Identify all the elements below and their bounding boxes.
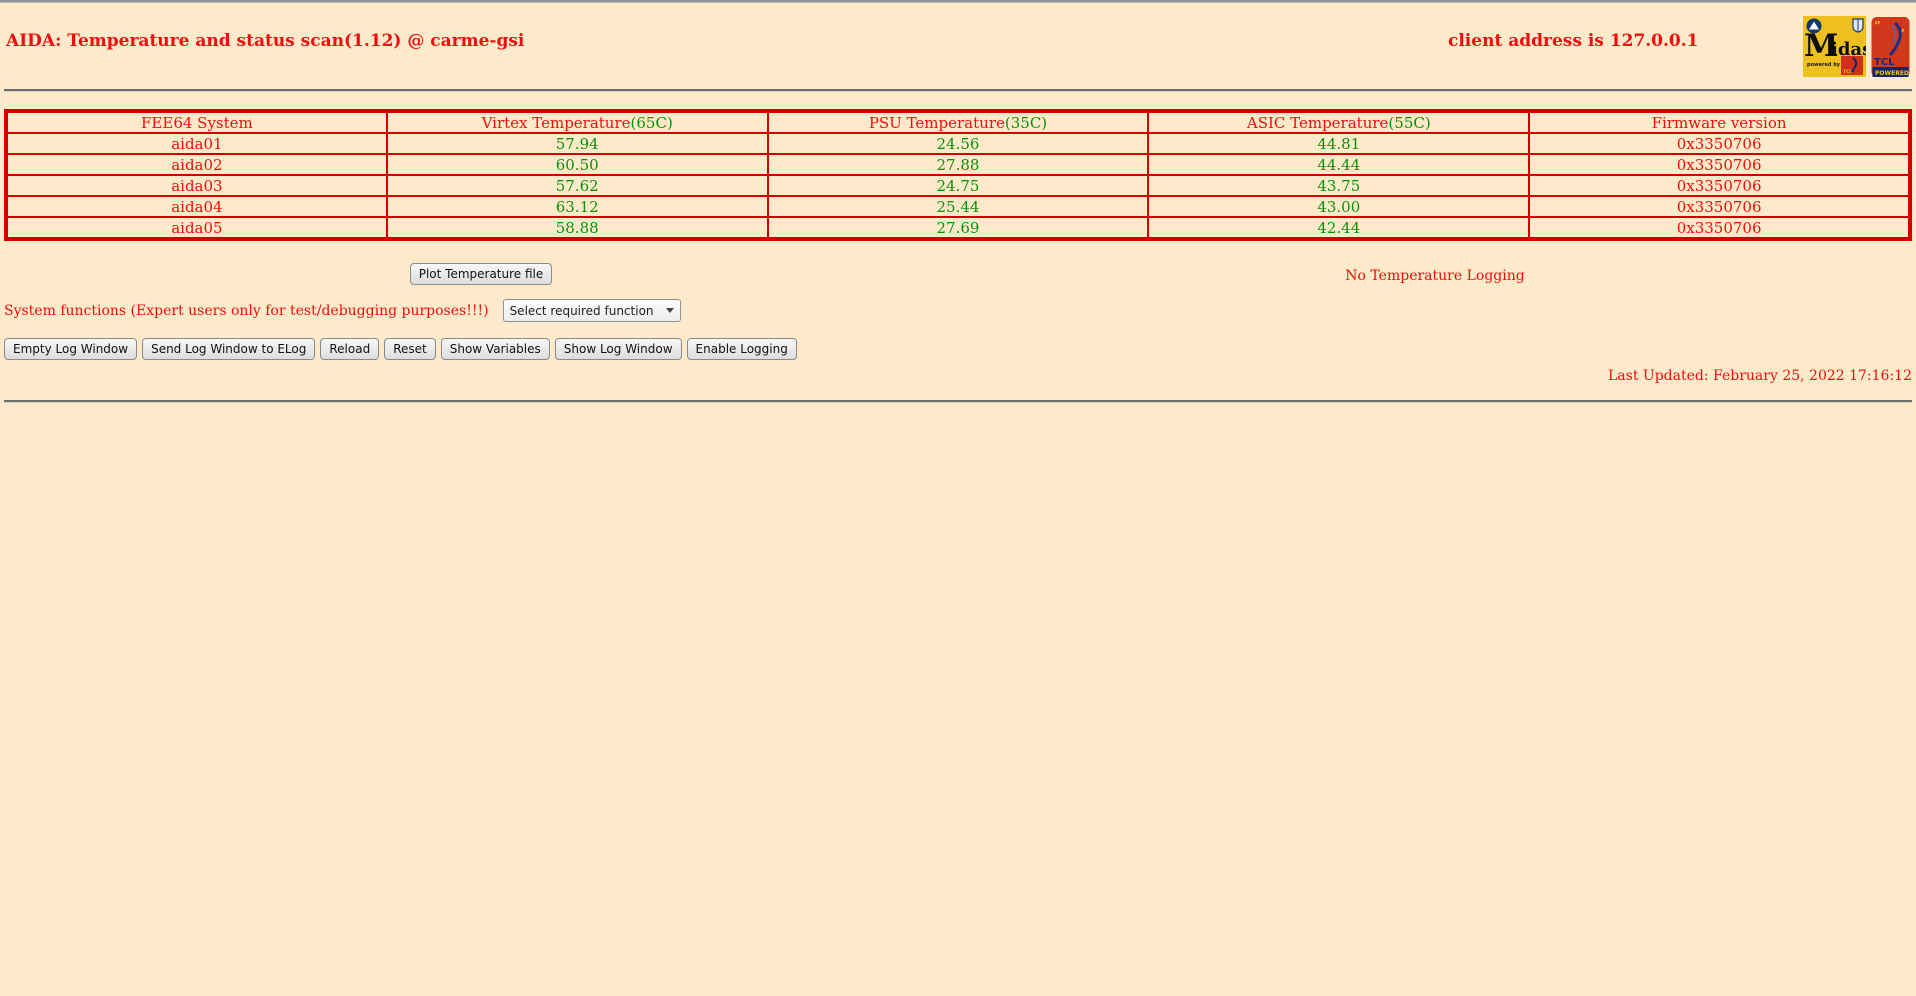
chevron-down-icon [666, 308, 674, 313]
cell-firmware: 0x3350706 [1529, 175, 1910, 196]
page-title: AIDA: Temperature and status scan(1.12) … [6, 31, 524, 51]
col-header-virtex-temperature: Virtex Temperature(65C) [387, 111, 768, 133]
plot-temperature-file-button[interactable]: Plot Temperature file [410, 263, 553, 285]
cell-firmware: 0x3350706 [1529, 196, 1910, 217]
table-header-row: FEE64 System Virtex Temperature(65C) PSU… [6, 111, 1910, 133]
temperature-table: FEE64 System Virtex Temperature(65C) PSU… [4, 109, 1912, 241]
svg-text:TCL: TCL [1843, 69, 1852, 75]
cell-firmware: 0x3350706 [1529, 133, 1910, 154]
reset-button[interactable]: Reset [384, 338, 436, 360]
cell-virtex: 57.94 [387, 133, 768, 154]
last-updated-text: Last Updated: February 25, 2022 17:16:12 [4, 368, 1912, 384]
plot-and-status-row: Plot Temperature file No Temperature Log… [4, 263, 1912, 285]
cell-system: aida02 [6, 154, 387, 175]
cell-system: aida04 [6, 196, 387, 217]
midas-logo[interactable]: M idas powered by TCL [1803, 16, 1866, 77]
cell-virtex: 63.12 [387, 196, 768, 217]
svg-text:”: ” [1874, 19, 1881, 33]
table-row: aida0558.8827.6942.440x3350706 [6, 217, 1910, 239]
system-functions-row: System functions (Expert users only for … [4, 299, 1912, 322]
log-controls-row: Empty Log WindowSend Log Window to ELogR… [4, 338, 1912, 360]
col-header-psu-temperature: PSU Temperature(35C) [768, 111, 1149, 133]
function-select[interactable]: Select required function [503, 299, 681, 322]
cell-system: aida05 [6, 217, 387, 239]
cell-psu: 27.69 [768, 217, 1149, 239]
cell-system: aida01 [6, 133, 387, 154]
client-address-text: client address is 127.0.0.1 [1448, 31, 1699, 51]
plot-button-cell: Plot Temperature file [4, 263, 958, 285]
table-row: aida0260.5027.8844.440x3350706 [6, 154, 1910, 175]
page-header: AIDA: Temperature and status scan(1.12) … [4, 3, 1912, 89]
cell-asic: 43.00 [1148, 196, 1529, 217]
top-divider [4, 89, 1912, 92]
logging-status-cell: No Temperature Logging [958, 265, 1912, 284]
logo-group: M idas powered by TCL ” ” TCL POWERED [1803, 16, 1910, 79]
col-header-asic-temperature: ASIC Temperature(55C) [1148, 111, 1529, 133]
svg-text:TCL: TCL [1874, 57, 1895, 68]
logging-status-text: No Temperature Logging [1345, 268, 1524, 284]
col-header-fee64-system: FEE64 System [6, 111, 387, 133]
svg-text:POWERED: POWERED [1875, 70, 1909, 77]
empty-log-window-button[interactable]: Empty Log Window [4, 338, 137, 360]
cell-asic: 44.44 [1148, 154, 1529, 175]
tcl-powered-logo[interactable]: ” ” TCL POWERED [1871, 16, 1910, 79]
cell-psu: 24.56 [768, 133, 1149, 154]
send-log-window-to-elog-button[interactable]: Send Log Window to ELog [142, 338, 315, 360]
show-log-window-button[interactable]: Show Log Window [555, 338, 682, 360]
cell-system: aida03 [6, 175, 387, 196]
col-header-firmware-version: Firmware version [1529, 111, 1910, 133]
function-select-value: Select required function [510, 304, 666, 318]
svg-text:powered by: powered by [1807, 62, 1841, 68]
enable-logging-button[interactable]: Enable Logging [687, 338, 797, 360]
show-variables-button[interactable]: Show Variables [441, 338, 550, 360]
cell-psu: 24.75 [768, 175, 1149, 196]
reload-button[interactable]: Reload [320, 338, 379, 360]
cell-firmware: 0x3350706 [1529, 154, 1910, 175]
cell-psu: 25.44 [768, 196, 1149, 217]
cell-asic: 43.75 [1148, 175, 1529, 196]
cell-virtex: 57.62 [387, 175, 768, 196]
status-page: AIDA: Temperature and status scan(1.12) … [0, 3, 1916, 403]
cell-virtex: 60.50 [387, 154, 768, 175]
cell-firmware: 0x3350706 [1529, 217, 1910, 239]
cell-psu: 27.88 [768, 154, 1149, 175]
table-row: aida0357.6224.7543.750x3350706 [6, 175, 1910, 196]
table-row: aida0157.9424.5644.810x3350706 [6, 133, 1910, 154]
system-functions-label: System functions (Expert users only for … [4, 303, 489, 319]
table-row: aida0463.1225.4443.000x3350706 [6, 196, 1910, 217]
temperature-table-body: aida0157.9424.5644.810x3350706aida0260.5… [6, 133, 1910, 239]
cell-virtex: 58.88 [387, 217, 768, 239]
cell-asic: 42.44 [1148, 217, 1529, 239]
cell-asic: 44.81 [1148, 133, 1529, 154]
bottom-divider [4, 400, 1912, 403]
